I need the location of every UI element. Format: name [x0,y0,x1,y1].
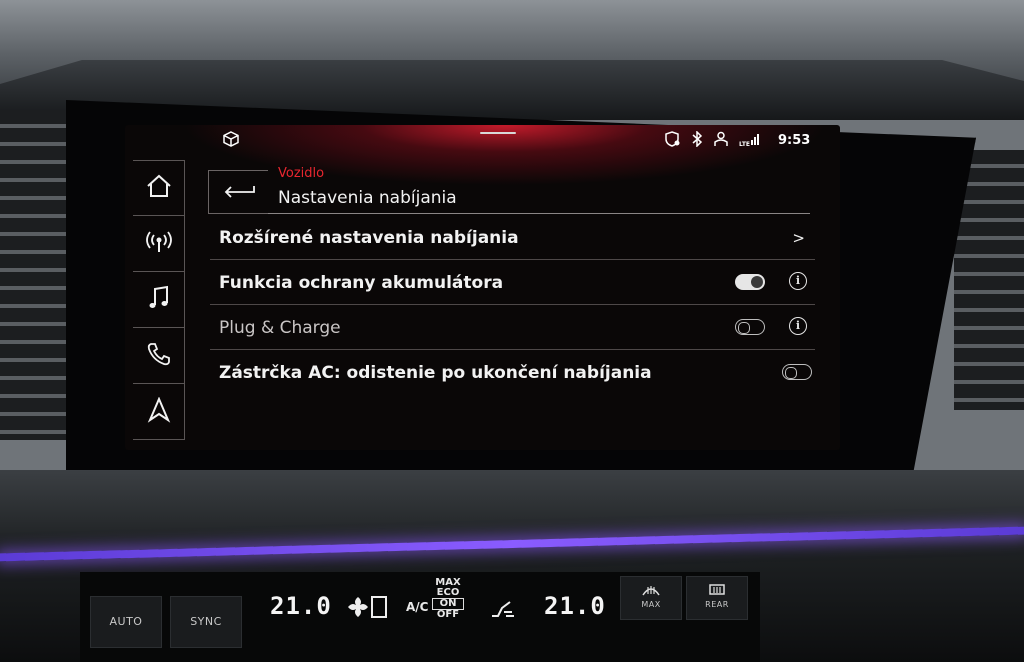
front-defrost-label: MAX [641,600,661,609]
infotainment-screen: LTE 9:53 Vozidlo Nastavenia nabíjania Ro… [125,125,840,450]
phone-icon [146,341,172,371]
setting-row-advanced-charging[interactable]: Rozšírené nastavenia nabíjania > [210,215,815,260]
ac-label[interactable]: A/C [406,601,428,613]
air-vent-left [0,110,70,440]
seat-airflow-icon[interactable] [488,594,516,624]
setting-label: Funkcia ochrany akumulátora [219,273,504,293]
temp-right-display: 21.0 [544,592,606,620]
setting-label: Plug & Charge [219,318,341,338]
breadcrumb[interactable]: Vozidlo [278,166,324,181]
sidebar-item-radio[interactable] [133,216,185,272]
sidebar-item-phone[interactable] [133,328,185,384]
ac-off-label: OFF [436,609,460,620]
shield-location-icon [665,131,681,151]
sidebar-item-music[interactable] [133,272,185,328]
auto-button[interactable]: AUTO [90,596,162,648]
info-icon[interactable]: i [789,317,807,335]
page-title: Nastavenia nabíjania [278,188,457,208]
sync-button[interactable]: SYNC [170,596,242,648]
setting-label: Rozšírené nastavenia nabíjania [219,228,519,248]
battery-protection-toggle[interactable] [735,274,765,290]
status-bar: LTE 9:53 [125,125,840,157]
back-arrow-icon [222,182,256,202]
ac-mode-stack[interactable]: MAX ECO ON OFF [432,578,464,620]
chevron-right-icon: > [792,229,805,247]
navigation-icon [147,395,171,427]
sidebar-item-navigation[interactable] [133,384,185,440]
header-divider [268,213,810,214]
cube-icon[interactable] [223,131,239,151]
back-button[interactable] [208,170,268,214]
info-icon[interactable]: i [789,272,807,290]
climate-panel: AUTO SYNC 21.0 A/C MAX ECO ON OFF 21.0 M… [80,572,760,662]
rear-defrost-button[interactable]: REAR [686,576,748,620]
svg-text:LTE: LTE [739,141,750,147]
user-icon [713,131,729,151]
ac-plug-unlock-toggle[interactable] [782,364,812,380]
front-defrost-button[interactable]: MAX [620,576,682,620]
music-icon [147,285,171,315]
radio-icon [145,230,173,258]
setting-row-battery-protection[interactable]: Funkcia ochrany akumulátora i [210,260,815,305]
fan-icon[interactable] [348,594,388,624]
drag-handle[interactable] [480,132,516,134]
home-icon [145,174,173,202]
sidebar-item-home[interactable] [133,160,185,216]
bluetooth-icon [691,130,703,151]
setting-row-ac-plug-unlock[interactable]: Zástrčka AC: odistenie po ukončení nabíj… [210,350,815,395]
setting-label: Zástrčka AC: odistenie po ukončení nabíj… [219,363,652,383]
temp-left-display: 21.0 [270,592,332,620]
setting-row-plug-and-charge[interactable]: Plug & Charge i [210,305,815,350]
clock: 9:53 [778,133,811,148]
settings-list: Rozšírené nastavenia nabíjania > Funkcia… [210,215,815,395]
ac-eco-label: ECO [436,587,460,598]
lte-signal-icon: LTE [739,131,759,151]
sidebar [133,160,185,440]
plug-and-charge-toggle[interactable] [735,319,765,335]
status-icons: LTE [665,130,759,151]
rear-defrost-label: REAR [705,600,729,609]
